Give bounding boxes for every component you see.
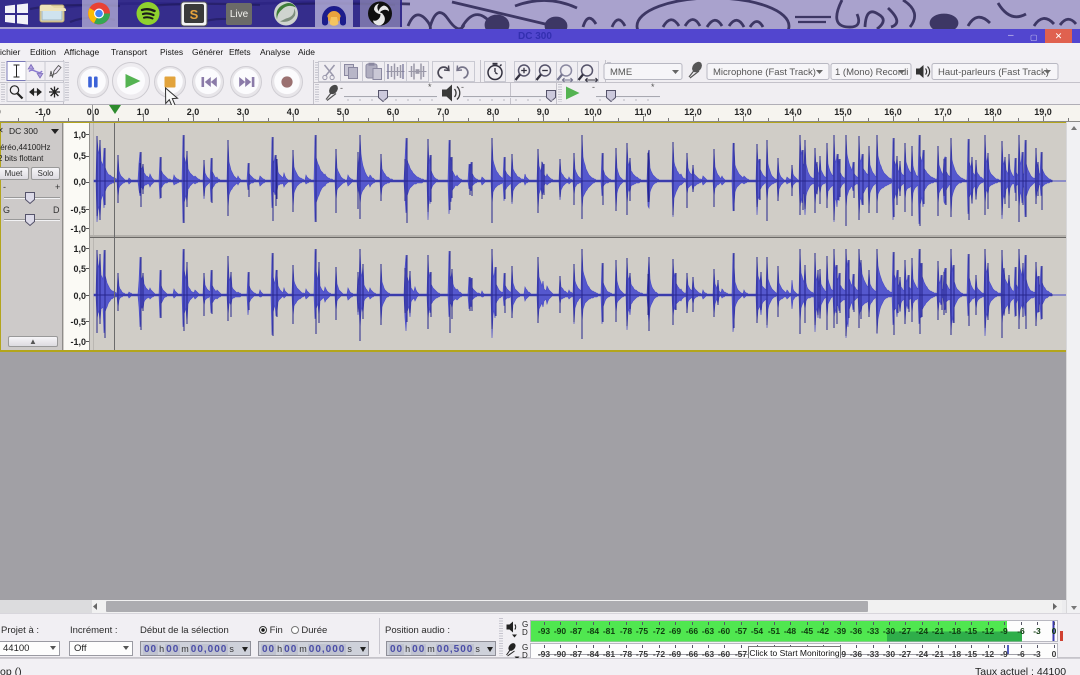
svg-text:Microphone (Fast Track): Microphone (Fast Track) <box>713 67 816 78</box>
svg-text:1 (Mono) Recordi: 1 (Mono) Recordi <box>835 67 908 78</box>
svg-text:MME: MME <box>610 67 632 78</box>
svg-text:*: * <box>428 82 432 92</box>
svg-text:Live: Live <box>230 9 249 20</box>
svg-text:-: - <box>3 182 6 192</box>
svg-text:-: - <box>592 82 595 92</box>
svg-text:D: D <box>53 205 60 215</box>
svg-text:-: - <box>340 83 343 93</box>
svg-text:S: S <box>190 7 199 22</box>
svg-text:+: + <box>55 182 60 192</box>
svg-text:*: * <box>651 82 655 92</box>
svg-text:G: G <box>3 205 10 215</box>
svg-text:Haut-parleurs (Fast Track): Haut-parleurs (Fast Track) <box>938 67 1049 78</box>
svg-text:-: - <box>461 82 464 92</box>
